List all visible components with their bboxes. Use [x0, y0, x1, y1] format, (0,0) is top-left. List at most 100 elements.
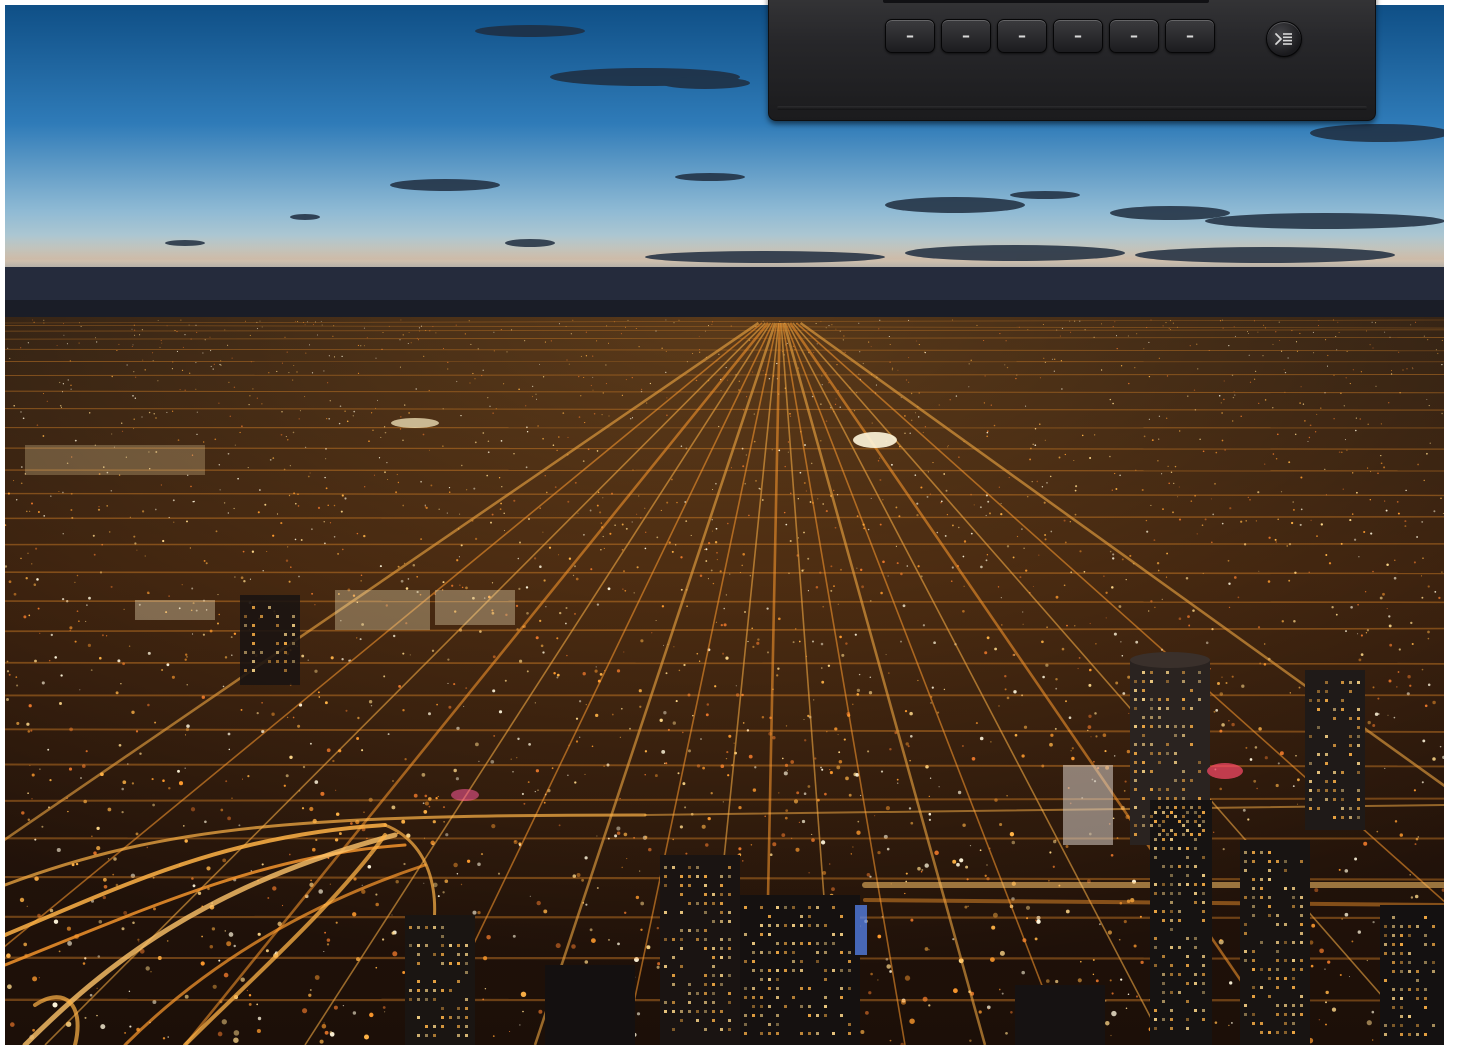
city-light [59, 381, 61, 384]
city-light [961, 744, 964, 748]
city-light [78, 620, 80, 622]
building-window [704, 974, 707, 977]
city-light [608, 415, 610, 417]
city-light [959, 858, 964, 863]
city-light [715, 482, 717, 485]
building-window [776, 1023, 779, 1026]
city-light [410, 342, 412, 344]
city-light [839, 635, 842, 639]
city-light [1354, 857, 1358, 861]
city-light [596, 340, 598, 342]
building-window [672, 983, 675, 986]
building-window [1357, 708, 1360, 711]
city-light [784, 465, 786, 468]
city-light [280, 433, 283, 436]
city-light [344, 497, 347, 500]
city-light [831, 324, 833, 326]
city-light [905, 742, 909, 746]
city-light [184, 734, 187, 736]
city-light [675, 700, 678, 703]
city-light [466, 859, 471, 863]
menu-button[interactable] [1266, 21, 1302, 57]
building-window [1300, 860, 1303, 863]
building-window [824, 942, 827, 945]
city-light [1213, 710, 1216, 713]
city-light [1112, 557, 1115, 560]
building-window [1260, 968, 1263, 971]
city-light [257, 932, 261, 936]
building-window [816, 951, 819, 954]
city-light [927, 471, 930, 473]
city-light [474, 537, 478, 541]
city-light [1112, 402, 1114, 405]
softkey-1[interactable]: – [885, 19, 935, 53]
city-light [475, 742, 479, 747]
city-light [1105, 617, 1107, 619]
city-light [1345, 630, 1347, 633]
city-light [614, 524, 616, 527]
building-window [1333, 771, 1336, 774]
softkey-3[interactable]: – [997, 19, 1047, 53]
building-window [1309, 762, 1312, 765]
city-light [1042, 323, 1044, 326]
city-light [1029, 458, 1032, 461]
building-window [1158, 824, 1161, 827]
softkey-6[interactable]: – [1165, 19, 1215, 53]
city-light [1035, 919, 1038, 922]
city-light [297, 505, 300, 507]
city-light [1127, 993, 1130, 995]
city-light [1349, 519, 1352, 522]
city-light [859, 568, 863, 572]
city-light [640, 388, 643, 391]
building-window [672, 974, 675, 977]
city-light [813, 699, 815, 701]
city-light [874, 815, 876, 817]
city-light [1049, 742, 1053, 747]
city-light [1154, 606, 1156, 609]
city-light [1010, 1011, 1013, 1014]
city-light [1116, 348, 1118, 350]
city-light [968, 363, 970, 365]
city-light [902, 604, 906, 608]
city-light [1313, 352, 1315, 354]
city-light [96, 341, 98, 343]
city-light [807, 785, 811, 788]
city-light [1395, 686, 1398, 688]
building-window [1432, 925, 1435, 928]
city-light [1421, 781, 1424, 784]
building-window [664, 866, 667, 869]
building-window [1170, 838, 1173, 841]
softkey-4[interactable]: – [1053, 19, 1103, 53]
city-light [940, 500, 943, 503]
building-window [1400, 1024, 1403, 1027]
city-light [685, 852, 688, 855]
city-light [456, 559, 459, 562]
softkey-2[interactable]: – [941, 19, 991, 53]
building-window [768, 924, 771, 927]
city-light [1023, 547, 1025, 549]
city-light [968, 386, 970, 388]
city-light [1127, 675, 1131, 679]
city-light [803, 531, 805, 534]
building-window [417, 1016, 420, 1019]
building-window [1349, 735, 1352, 738]
city-light [445, 833, 449, 837]
city-light [1432, 700, 1436, 705]
softkey-5[interactable]: – [1109, 19, 1159, 53]
city-light [240, 708, 243, 711]
building-window [1341, 708, 1344, 711]
building-window [1178, 919, 1181, 922]
city-light [1170, 471, 1173, 474]
building-window [1158, 806, 1161, 809]
building-window [1170, 847, 1173, 850]
city-light [1319, 948, 1324, 954]
city-light [665, 762, 668, 765]
city-light [1053, 839, 1057, 844]
building-window [1194, 973, 1197, 976]
building-window [1392, 916, 1395, 919]
city-light [909, 1018, 915, 1024]
city-light [801, 569, 804, 572]
city-light [50, 633, 53, 637]
city-light [870, 497, 872, 499]
city-light [82, 962, 86, 965]
